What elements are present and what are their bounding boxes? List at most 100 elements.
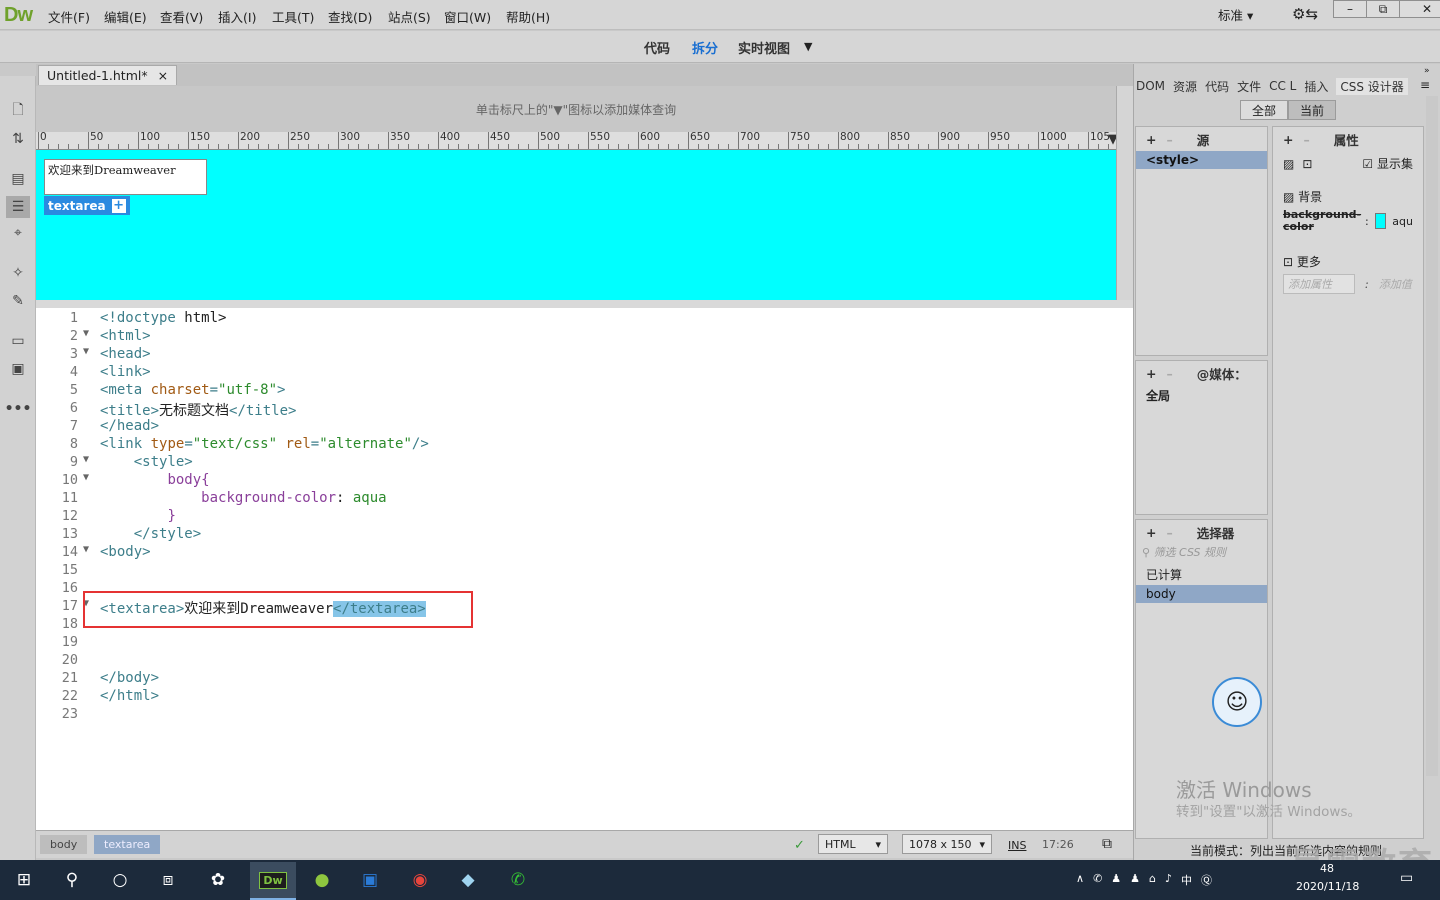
live-textarea[interactable]: 欢迎来到Dreamweaver xyxy=(44,159,207,195)
tab-css-designer[interactable]: CSS 设计器 xyxy=(1336,77,1408,95)
background-category-icon[interactable]: ▨ xyxy=(1283,157,1294,171)
all-button[interactable]: 全部 xyxy=(1240,100,1288,120)
breadcrumb-body[interactable]: body xyxy=(40,835,88,854)
file-icon[interactable]: 🗋 xyxy=(6,100,30,122)
wechat-icon[interactable]: ✆ xyxy=(498,866,538,894)
gear-sync-icon[interactable]: ⚙⇆ xyxy=(1292,5,1318,23)
live-view-button[interactable]: 实时视图 xyxy=(738,38,790,57)
show-set-checkbox[interactable]: ☑ 显示集 xyxy=(1362,155,1413,172)
element-tag-label[interactable]: textarea + xyxy=(44,196,130,215)
assistant-avatar-icon[interactable]: ☺ xyxy=(1212,677,1262,727)
dreamweaver-taskbar-icon[interactable]: Dw xyxy=(250,862,296,900)
remove-media-icon[interactable]: – xyxy=(1166,366,1172,381)
close-window-button[interactable]: ✕ xyxy=(1399,0,1440,18)
wand-icon[interactable]: ✧ xyxy=(6,262,30,284)
menu-edit[interactable]: 编辑(E) xyxy=(104,7,147,26)
collapse-icon[interactable]: » xyxy=(1424,66,1430,76)
watermelon-app-icon[interactable]: ● xyxy=(302,866,342,894)
add-property-input[interactable]: 添加属性 xyxy=(1283,274,1355,294)
search-icon[interactable]: ⚲ xyxy=(52,866,92,894)
network-icon[interactable]: ⌂ xyxy=(1149,872,1156,888)
live-view-scrollbar[interactable] xyxy=(1116,86,1133,300)
tab-insert[interactable]: 插入 xyxy=(1304,78,1328,95)
code-text[interactable]: <meta charset="utf-8"> xyxy=(100,382,285,398)
qq-icon[interactable]: ♟ xyxy=(1130,872,1140,888)
tab-files[interactable]: 文件 xyxy=(1237,78,1261,95)
menu-site[interactable]: 站点(S) xyxy=(388,7,431,26)
wps-app-icon[interactable]: ▣ xyxy=(350,866,390,894)
fold-toggle-icon[interactable]: ▼ xyxy=(83,328,89,339)
qq-icon[interactable]: ♟ xyxy=(1111,872,1121,888)
fold-toggle-icon[interactable]: ▼ xyxy=(83,472,89,483)
comment-icon[interactable]: ▭ xyxy=(6,330,30,352)
menu-find[interactable]: 查找(D) xyxy=(328,7,372,26)
code-text[interactable]: <body> xyxy=(100,544,151,560)
remove-selector-icon[interactable]: – xyxy=(1166,525,1172,540)
code-text[interactable]: </html> xyxy=(100,688,159,704)
tab-assets[interactable]: 资源 xyxy=(1173,78,1197,95)
add-selector-icon[interactable]: + xyxy=(1146,525,1156,540)
current-button[interactable]: 当前 xyxy=(1288,100,1336,120)
menu-file[interactable]: 文件(F) xyxy=(48,7,90,26)
add-source-icon[interactable]: + xyxy=(1146,132,1156,147)
split-view-button[interactable]: 拆分 xyxy=(692,38,718,57)
tab-cc[interactable]: CC L xyxy=(1269,79,1296,93)
split-divider[interactable] xyxy=(36,300,1133,308)
volume-icon[interactable]: ♪ xyxy=(1165,872,1172,888)
menu-window[interactable]: 窗口(W) xyxy=(444,7,491,26)
code-text[interactable]: </style> xyxy=(100,526,201,542)
remove-property-icon[interactable]: – xyxy=(1303,132,1309,147)
more-category-icon[interactable]: ⊡ xyxy=(1302,157,1312,171)
code-text[interactable]: <style> xyxy=(100,454,193,470)
add-media-icon[interactable]: + xyxy=(1146,366,1156,381)
fold-toggle-icon[interactable]: ▼ xyxy=(83,544,89,555)
code-text[interactable]: body{ xyxy=(100,472,209,488)
menu-view[interactable]: 查看(V) xyxy=(160,7,203,26)
code-text[interactable]: } xyxy=(100,508,175,524)
code-text[interactable]: <link type="text/css" rel="alternate"/> xyxy=(100,436,429,452)
media-global-item[interactable]: 全局 xyxy=(1136,385,1267,406)
menu-help[interactable]: 帮助(H) xyxy=(506,7,550,26)
notification-icon[interactable]: ▭ xyxy=(1400,870,1413,886)
tab-code[interactable]: 代码 xyxy=(1205,78,1229,95)
background-color-value[interactable]: aqu xyxy=(1392,215,1413,228)
chevron-down-icon[interactable]: ▼ xyxy=(804,40,812,53)
workspace-layout-select[interactable]: 标准 ▾ xyxy=(1218,5,1253,24)
wechat-tray-icon[interactable]: ✆ xyxy=(1093,872,1102,888)
add-property-icon[interactable]: + xyxy=(1283,132,1293,147)
document-icon[interactable]: ▤ xyxy=(6,168,30,190)
plus-icon[interactable]: + xyxy=(111,198,126,213)
selector-filter-input[interactable]: ⚲ 筛选 CSS 规则 xyxy=(1136,544,1267,560)
fold-toggle-icon[interactable]: ▼ xyxy=(83,454,89,465)
source-style-item[interactable]: <style> xyxy=(1136,151,1267,169)
brush-icon[interactable]: ✎ xyxy=(6,290,30,312)
minimize-button[interactable]: – xyxy=(1333,0,1367,18)
breadcrumb-textarea[interactable]: textarea xyxy=(94,835,161,854)
tab-dom[interactable]: DOM xyxy=(1136,79,1165,93)
doc-type-select[interactable]: HTML ▾ xyxy=(818,834,888,854)
add-value-input[interactable]: 添加值 xyxy=(1379,276,1412,292)
code-text[interactable]: background-color: aqua xyxy=(100,490,386,506)
snippet-icon[interactable]: ▣ xyxy=(6,358,30,380)
media-query-bar[interactable]: 单击标尺上的"▼"图标以添加媒体查询 xyxy=(36,86,1116,132)
pinwheel-app-icon[interactable]: ✿ xyxy=(198,866,238,894)
code-text[interactable]: <!doctype html> xyxy=(100,310,226,326)
panel-menu-icon[interactable]: ≡ xyxy=(1420,78,1430,92)
code-text[interactable]: <html> xyxy=(100,328,151,344)
ins-mode[interactable]: INS xyxy=(1008,839,1026,852)
code-text[interactable]: </body> xyxy=(100,670,159,686)
code-text[interactable]: <head> xyxy=(100,346,151,362)
code-text[interactable]: <link> xyxy=(100,364,151,380)
task-view-icon[interactable]: ⧈ xyxy=(148,866,188,894)
q-app-icon[interactable]: Ⓠ xyxy=(1201,872,1212,888)
computed-item[interactable]: 已计算 xyxy=(1136,560,1267,585)
remove-source-icon[interactable]: – xyxy=(1166,132,1172,147)
window-size-select[interactable]: 1078 x 150 ▾ xyxy=(902,834,992,854)
code-text[interactable]: </head> xyxy=(100,418,159,434)
sort-icon[interactable]: ⇅ xyxy=(6,128,30,150)
color-swatch[interactable] xyxy=(1374,213,1387,229)
code-text[interactable]: <title>无标题文档</title> xyxy=(100,400,296,420)
chrome-icon[interactable]: ◉ xyxy=(400,866,440,894)
panel-scrollbar[interactable] xyxy=(1426,96,1438,776)
ruler[interactable]: 0 50 100 150 200 250 300 350 400 450 500 550 600 650 7… xyxy=(36,132,1116,150)
